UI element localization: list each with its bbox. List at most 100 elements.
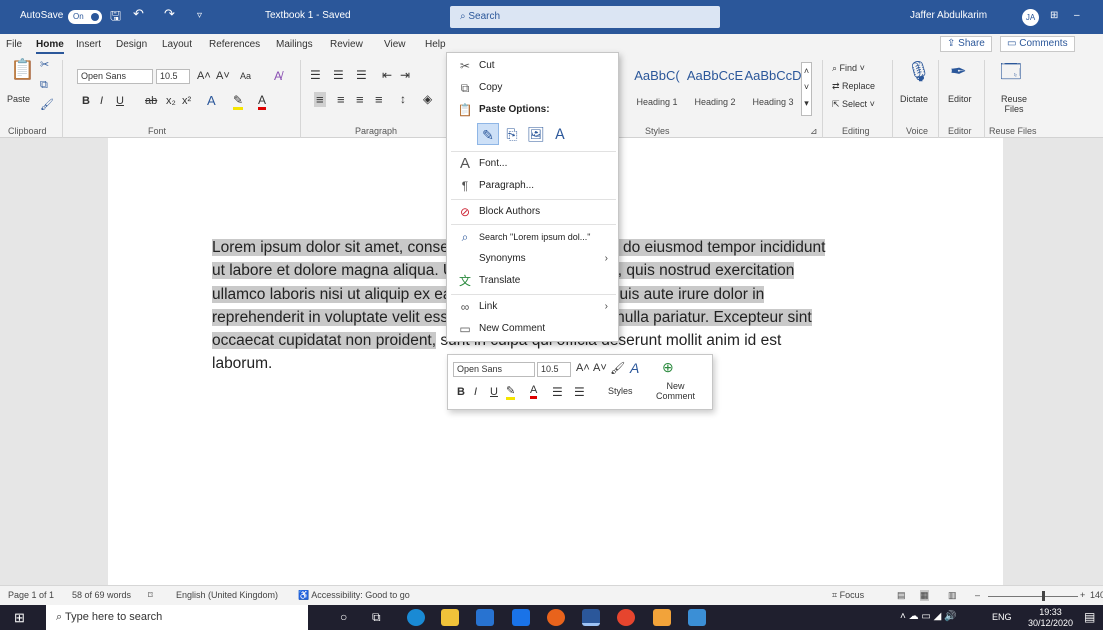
tab-home[interactable]: Home — [36, 39, 64, 54]
zoom-out-icon[interactable]: – — [975, 590, 980, 600]
clear-formatting-icon[interactable]: A̸ — [274, 69, 282, 83]
read-mode-icon[interactable]: ▤ — [897, 590, 906, 601]
tab-mailings[interactable]: Mailings — [276, 39, 313, 50]
strikethrough-icon[interactable]: ab — [145, 95, 157, 107]
task-view-icon[interactable]: ⧉ — [372, 610, 381, 625]
align-left-icon[interactable]: ≡ — [314, 92, 326, 107]
bold-icon[interactable]: B — [82, 95, 90, 107]
microphone-icon[interactable]: 🎙 — [906, 62, 931, 82]
comments-button[interactable]: ▭ Comments — [1000, 36, 1075, 52]
font-size-select[interactable]: 10.5 — [156, 69, 190, 84]
style-heading-3[interactable]: AaBbCcD Heading 3 — [742, 62, 804, 116]
cut-icon[interactable]: ✂ — [40, 60, 49, 71]
tab-help[interactable]: Help — [425, 39, 446, 50]
line-spacing-icon[interactable]: ↕ — [400, 92, 406, 106]
subscript-icon[interactable]: x₂ — [166, 95, 176, 107]
editor-pen-icon[interactable]: ✒ — [950, 62, 967, 82]
zoom-slider[interactable] — [988, 596, 1078, 597]
underline-icon[interactable]: U — [116, 95, 124, 107]
grow-font-icon[interactable]: A˄ — [576, 362, 590, 374]
multilevel-list-icon[interactable]: ☰ — [356, 68, 367, 82]
editor-button[interactable]: Editor — [948, 94, 972, 104]
increase-indent-icon[interactable]: ⇥ — [400, 68, 410, 82]
styles-button[interactable]: Styles — [608, 386, 633, 396]
undo-icon[interactable]: ↶ — [133, 6, 144, 22]
italic-icon[interactable]: I — [100, 95, 103, 107]
style-heading-2[interactable]: AaBbCcE Heading 2 — [684, 62, 746, 116]
menu-item-new-comment[interactable]: ▭ New Comment — [447, 318, 618, 340]
find-button[interactable]: ⌕ Find ˅ — [832, 63, 865, 74]
style-heading-1[interactable]: AaBbC( Heading 1 — [626, 62, 688, 116]
menu-item-synonyms[interactable]: Synonyms › — [447, 248, 618, 270]
accessibility-status[interactable]: ♿ Accessibility: Good to go — [298, 590, 410, 601]
notifications-icon[interactable]: ▤ — [1084, 610, 1095, 624]
minimize-icon[interactable]: – — [1074, 10, 1080, 21]
menu-item-search[interactable]: ⌕ Search "Lorem ipsum dol..." — [447, 226, 618, 248]
title-search-box[interactable]: ⌕ Search — [450, 6, 720, 28]
reuse-files-button[interactable]: Reuse Files — [1001, 94, 1027, 114]
shrink-font-icon[interactable]: A˅ — [216, 70, 230, 82]
user-name[interactable]: Jaffer Abdulkarim — [910, 10, 987, 21]
reuse-files-icon[interactable]: 🗔 — [1000, 62, 1022, 82]
system-tray-icons[interactable]: ˄ ☁ ▭ ◢ 🔊 — [900, 611, 957, 622]
paste-text-only-icon[interactable]: Ａ — [549, 123, 571, 145]
ribbon-display-icon[interactable]: ⊞ — [1050, 10, 1058, 21]
menu-item-block-authors[interactable]: ⊘ Block Authors — [447, 201, 618, 223]
bullets-icon[interactable]: ☰ — [552, 385, 563, 399]
zoom-level[interactable]: 140 — [1090, 590, 1103, 600]
format-painter-icon[interactable]: 🖌 — [610, 361, 625, 375]
select-button[interactable]: ⇱ Select ˅ — [832, 99, 875, 110]
font-name-select[interactable]: Open Sans — [77, 69, 153, 84]
file-explorer-icon[interactable] — [441, 609, 459, 626]
zoom-in-icon[interactable]: + — [1080, 590, 1085, 600]
numbering-icon[interactable]: ☰ — [574, 385, 585, 399]
tab-file[interactable]: File — [6, 39, 22, 50]
windows-start-icon[interactable]: ⊞ — [14, 610, 25, 626]
app-icon[interactable] — [617, 609, 635, 626]
web-layout-icon[interactable]: ▥ — [948, 590, 957, 601]
dictate-button[interactable]: Dictate — [900, 94, 928, 104]
input-language[interactable]: ENG — [992, 612, 1012, 622]
shading-icon[interactable]: ◈ — [423, 92, 432, 106]
menu-item-translate[interactable]: 文 Translate — [447, 270, 618, 292]
italic-icon[interactable]: I — [474, 386, 477, 398]
copy-icon[interactable]: ⧉ — [40, 80, 48, 91]
styles-icon[interactable]: A — [630, 360, 639, 376]
styles-gallery-scroll[interactable]: ˄ ˅ ▾ — [801, 62, 812, 116]
align-right-icon[interactable]: ≡ — [356, 92, 364, 107]
tab-review[interactable]: Review — [330, 39, 363, 50]
highlight-icon[interactable]: ✎ — [506, 384, 516, 400]
zoom-slider-thumb[interactable] — [1042, 591, 1045, 601]
tab-layout[interactable]: Layout — [162, 39, 192, 50]
align-center-icon[interactable]: ≡ — [337, 92, 345, 107]
new-comment-icon[interactable]: ⊕ — [662, 359, 674, 376]
cortana-icon[interactable]: ○ — [340, 610, 347, 624]
redo-icon[interactable]: ↷ — [164, 6, 175, 22]
autosave-toggle[interactable]: On — [68, 10, 102, 24]
save-icon[interactable]: 🖫 — [110, 7, 121, 29]
tab-references[interactable]: References — [209, 39, 260, 50]
change-case-button[interactable]: Aa — [240, 71, 251, 81]
menu-item-link[interactable]: ∞ Link › — [447, 296, 618, 318]
menu-item-font[interactable]: A Font... — [447, 153, 618, 175]
tab-view[interactable]: View — [384, 39, 406, 50]
taskbar-search-box[interactable]: ⌕ Type here to search — [46, 605, 308, 630]
menu-item-paragraph[interactable]: ¶ Paragraph... — [447, 175, 618, 197]
menu-item-copy[interactable]: ⧉ Copy — [447, 77, 618, 99]
grow-font-icon[interactable]: A˄ — [197, 70, 211, 82]
word-icon[interactable] — [582, 609, 600, 626]
document-title[interactable]: Textbook 1 - Saved — [265, 10, 351, 21]
decrease-indent-icon[interactable]: ⇤ — [382, 68, 392, 82]
page-count[interactable]: Page 1 of 1 — [8, 590, 54, 600]
superscript-icon[interactable]: x² — [182, 95, 191, 107]
print-layout-icon[interactable]: ▦ — [920, 590, 929, 601]
chrome-icon[interactable] — [547, 609, 565, 626]
store-icon[interactable] — [476, 609, 494, 626]
mail-icon[interactable] — [512, 609, 530, 626]
paste-keep-source-icon[interactable]: ✎ — [477, 123, 499, 145]
font-color-icon[interactable]: A — [530, 384, 538, 399]
justify-icon[interactable]: ≡ — [375, 92, 383, 107]
paste-merge-format-icon[interactable]: ⎘ — [501, 123, 523, 145]
text-effects-icon[interactable]: A — [207, 93, 216, 108]
edge-icon[interactable] — [407, 609, 425, 626]
